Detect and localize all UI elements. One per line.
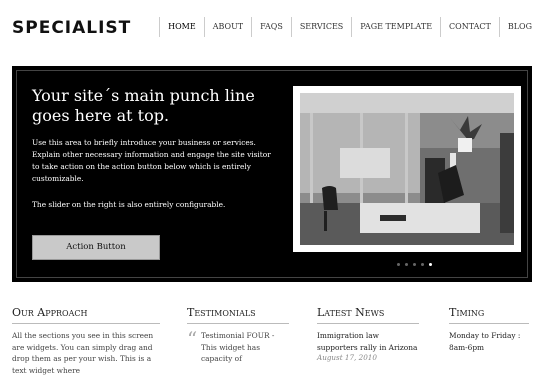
slider-dot[interactable] — [405, 263, 408, 266]
testimonial-text: Testimonial FOUR - This widget has capac… — [201, 331, 275, 363]
approach-title: Our Approach — [12, 306, 160, 324]
nav-contact[interactable]: CONTACT — [440, 17, 499, 37]
approach-text: All the sections you see in this screen … — [12, 331, 154, 375]
hero-title: Your site´s main punch line goes here at… — [32, 86, 255, 125]
action-button[interactable]: Action Button — [32, 235, 160, 260]
quote-icon: “ — [187, 327, 198, 351]
timing-hours: 8am-6pm — [449, 342, 485, 352]
nav-home[interactable]: HOME — [159, 17, 204, 37]
approach-section: Our Approach All the sections you see in… — [12, 306, 160, 376]
timing-title: Timing — [449, 306, 529, 324]
hero-paragraph-slider-note: The slider on the right is also entirely… — [32, 200, 226, 209]
news-headline[interactable]: Immigration law supporters rally in Ariz… — [317, 330, 419, 353]
slider-dot[interactable] — [397, 263, 400, 266]
news-date: August 17, 2010 — [317, 353, 377, 362]
testimonials-title: Testimonials — [187, 306, 289, 324]
nav-services[interactable]: SERVICES — [290, 17, 351, 37]
nav-page-template[interactable]: PAGE TEMPLATE — [351, 17, 440, 37]
slider-dots — [12, 263, 532, 266]
news-title: Latest News — [317, 306, 419, 324]
nav-faqs[interactable]: FAQS — [251, 17, 291, 37]
office-photo-illustration — [300, 93, 514, 245]
nav-blog[interactable]: BLOG — [498, 17, 540, 37]
slider-frame[interactable] — [293, 86, 521, 252]
hero-section: Your site´s main punch line goes here at… — [12, 66, 532, 282]
main-nav: HOME ABOUT FAQS SERVICES PAGE TEMPLATE C… — [159, 17, 540, 37]
timing-days: Monday to Friday : — [449, 331, 521, 340]
slider-dot-active[interactable] — [429, 263, 432, 266]
hero-paragraph: Use this area to briefly introduce your … — [32, 138, 271, 183]
slider-image — [300, 93, 514, 245]
nav-about[interactable]: ABOUT — [203, 17, 251, 37]
slider-dot[interactable] — [413, 263, 416, 266]
timing-section: Timing Monday to Friday : 8am-6pm — [449, 306, 529, 353]
slider-dot[interactable] — [421, 263, 424, 266]
site-logo[interactable]: SPECIALIST — [12, 18, 131, 38]
news-section: Latest News Immigration law supporters r… — [317, 306, 419, 362]
testimonials-section: Testimonials “ Testimonial FOUR - This w… — [187, 306, 289, 365]
